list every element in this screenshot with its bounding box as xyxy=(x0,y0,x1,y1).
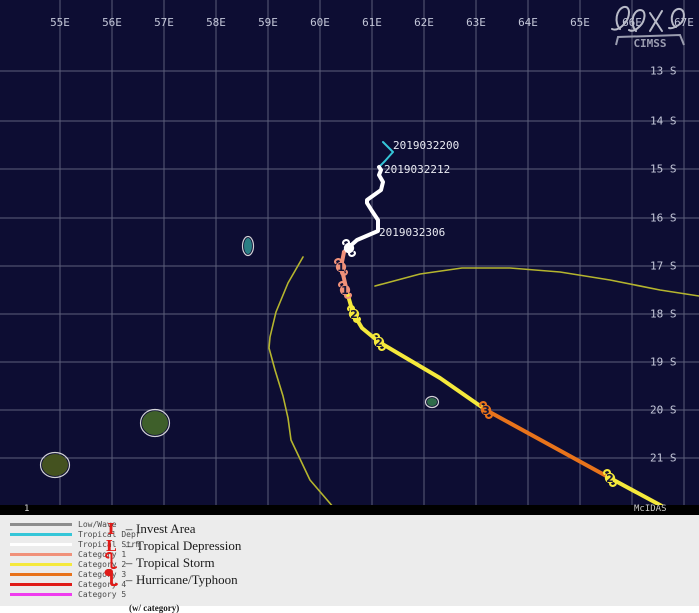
legend-symbol-label: Invest Area xyxy=(136,520,196,536)
longitude-label: 58E xyxy=(206,16,226,29)
legend-symbol-label: Hurricane/Typhoon xyxy=(136,571,238,587)
legend-line-label: Category 5 xyxy=(78,589,127,599)
hur-arm-lower xyxy=(109,582,118,587)
atoll-north xyxy=(244,238,252,254)
longitude-label: 62E xyxy=(414,16,434,29)
map-frame-number: 1 xyxy=(24,504,30,514)
track-timestamp: 2019032306 xyxy=(379,226,446,239)
legend-color-swatch xyxy=(10,522,72,526)
longitude-label: 60E xyxy=(310,16,330,29)
longitude-label: 59E xyxy=(258,16,278,29)
legend-dash: – xyxy=(125,537,133,553)
storm-point-2[interactable]: 2 xyxy=(370,333,388,351)
latitude-label: 19 S xyxy=(650,355,677,369)
legend-subnote: (w/ category) xyxy=(129,603,180,613)
longitude-label: 63E xyxy=(466,16,486,29)
storm-arm-upper xyxy=(342,239,351,246)
map-footer-strip xyxy=(0,505,699,515)
track-timestamp: 2019032200 xyxy=(393,139,460,152)
storm-category-number: 1 xyxy=(341,283,349,297)
legend-color-swatch xyxy=(10,562,72,566)
legend-color-swatch xyxy=(10,592,72,596)
storm-category-number: 2 xyxy=(350,307,358,321)
map-panel[interactable]: 55E 56E 57E 58E 59E 60E 61E 62E 63E 64E 65E 66E 67E … xyxy=(0,0,699,515)
storm-point-ts[interactable] xyxy=(340,239,358,257)
legend-symbol-row: I – Invest Area xyxy=(100,519,241,538)
legend-symbol-label: Tropical Storm xyxy=(136,554,215,570)
latitude-label: 21 S xyxy=(650,451,677,465)
legend-color-swatch xyxy=(10,582,72,586)
storm-arm-lower xyxy=(347,250,356,257)
storm-category-number: 2 xyxy=(375,335,383,349)
ts-arm-lower xyxy=(110,565,117,570)
legend-symbol-row: – Hurricane/Typhoon xyxy=(100,568,241,590)
mcidas-attribution: McIDAS xyxy=(634,504,667,514)
latitude-label: 18 S xyxy=(650,307,677,321)
cimss-logo-text: CIMSS xyxy=(633,37,666,50)
longitude-label: 56E xyxy=(102,16,122,29)
legend-dash: – xyxy=(125,520,133,536)
island-landmasses xyxy=(39,235,440,479)
track-timestamp: 2019032212 xyxy=(384,163,451,176)
longitude-label: 55E xyxy=(50,16,70,29)
cyclone-track-application: 55E 56E 57E 58E 59E 60E 61E 62E 63E 64E 65E 66E 67E … xyxy=(0,0,699,613)
mauritius-island xyxy=(42,454,68,476)
legend-symbol-key: I – Invest Area L – Tropical Depression – Tropi… xyxy=(100,520,241,588)
latitude-label: 14 S xyxy=(650,114,677,128)
legend-color-swatch xyxy=(10,542,72,546)
legend-dash: – xyxy=(125,554,133,570)
latitude-label: 17 S xyxy=(650,259,677,273)
analysis-boundary-west xyxy=(268,256,341,515)
legend-letter-glyph: I xyxy=(107,519,115,538)
latitude-label: 15 S xyxy=(650,162,677,176)
storm-category-number: 3 xyxy=(482,403,490,417)
storm-point-1[interactable]: 1 xyxy=(332,258,350,276)
reunion-island xyxy=(142,411,168,435)
legend-symbol-label: Tropical Depression xyxy=(136,537,242,553)
storm-point-1[interactable]: 1 xyxy=(336,281,354,299)
longitude-label: 57E xyxy=(154,16,174,29)
legend-dash: – xyxy=(125,571,133,587)
legend-color-swatch xyxy=(10,532,72,536)
longitude-label: 64E xyxy=(518,16,538,29)
legend-panel: Low/Wave Tropical Depr Tropical Strm Catego… xyxy=(0,515,699,613)
storm-core xyxy=(343,242,355,254)
latitude-label: 13 S xyxy=(650,64,677,78)
storm-point-3[interactable]: 3 xyxy=(477,401,495,419)
legend-color-swatch xyxy=(10,572,72,576)
longitude-label: 65E xyxy=(570,16,590,29)
atoll-east xyxy=(427,398,437,406)
storm-category-number: 1 xyxy=(337,260,345,274)
longitude-label: 61E xyxy=(362,16,382,29)
latitude-label: 20 S xyxy=(650,403,677,417)
track-segment[interactable] xyxy=(484,408,612,480)
cimss-logo: CIMSS xyxy=(611,5,685,50)
storm-point-2[interactable]: 2 xyxy=(345,305,363,323)
legend-color-swatch xyxy=(10,552,72,556)
legend-line-row: Category 5 xyxy=(4,589,154,599)
hurricane-spiral-icon xyxy=(100,568,122,590)
storm-point-2[interactable]: 2 xyxy=(601,469,619,487)
latitude-label: 16 S xyxy=(650,211,677,225)
hurricane-spiral-icon xyxy=(342,239,356,257)
storm-category-number: 2 xyxy=(606,471,614,485)
analysis-boundary-curves xyxy=(268,256,699,515)
